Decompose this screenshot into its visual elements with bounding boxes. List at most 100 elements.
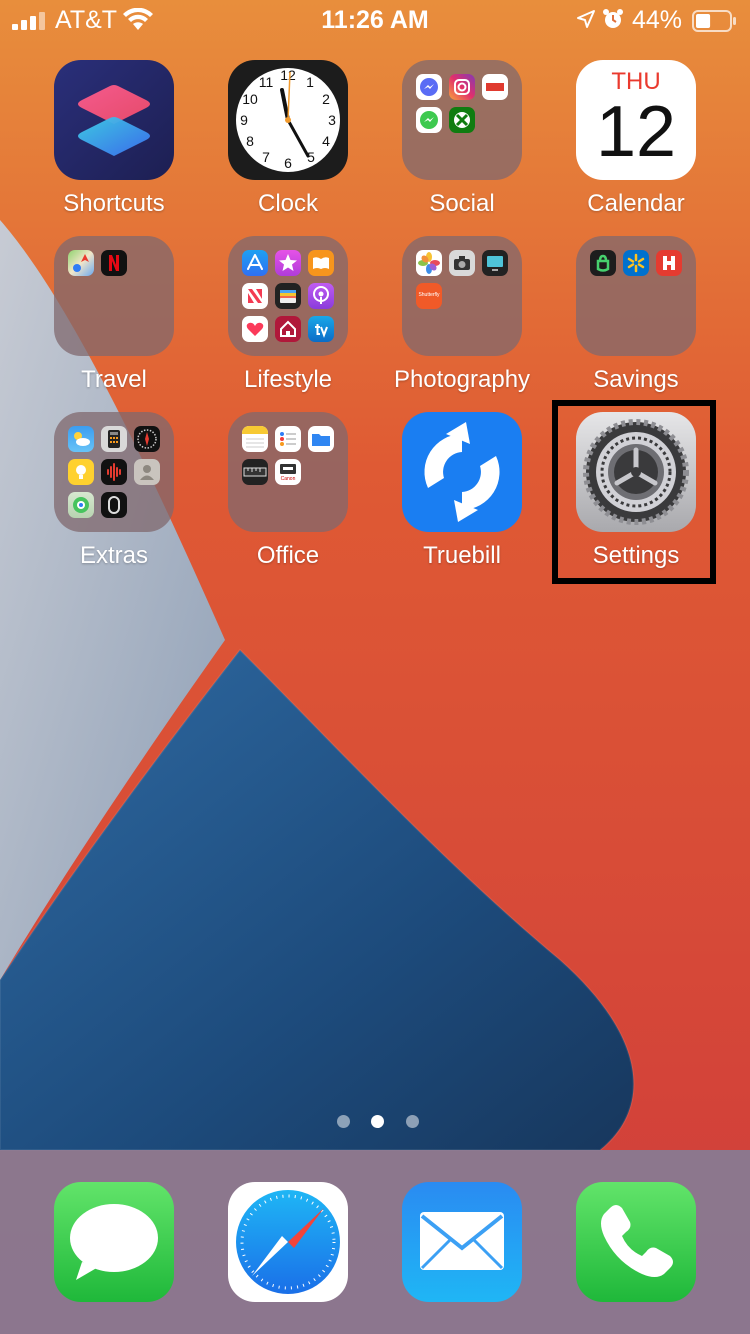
- dock-phone[interactable]: [549, 1150, 723, 1320]
- folder-icon: Canon: [228, 412, 348, 532]
- svg-text:7: 7: [262, 149, 270, 165]
- espn-icon: [482, 74, 508, 100]
- calculator-icon: [101, 426, 127, 452]
- shutterfly-text: Shutterfly: [418, 292, 440, 298]
- folder-label: Extras: [79, 542, 148, 569]
- location-icon: [577, 10, 595, 28]
- app-label: Clock: [257, 190, 318, 217]
- svg-text:4: 4: [322, 133, 330, 149]
- dock-mail[interactable]: [375, 1150, 549, 1320]
- maps-icon: [68, 250, 94, 276]
- dock-messages[interactable]: [27, 1150, 201, 1320]
- dock: [0, 1150, 750, 1334]
- folder-label: Photography: [393, 366, 531, 393]
- app-shortcuts[interactable]: Shortcuts: [27, 60, 201, 230]
- svg-text:11: 11: [259, 74, 274, 90]
- app-calendar[interactable]: THU 12 Calendar: [549, 60, 723, 230]
- folder-label: Travel: [81, 366, 147, 393]
- app-label: Calendar: [587, 190, 685, 217]
- shutterfly-icon: Shutterfly: [416, 283, 442, 309]
- notes-icon: [242, 426, 268, 452]
- canon-icon: Canon: [275, 459, 301, 485]
- folder-label: Social: [429, 190, 495, 217]
- app-truebill[interactable]: Truebill: [375, 412, 549, 582]
- battery-percent: 44%: [632, 6, 683, 34]
- canon-text: Canon: [280, 476, 296, 482]
- page-dot-1[interactable]: [337, 1115, 350, 1128]
- app-clock[interactable]: 12 1 2 3 4 5 6 7 8 9 10 11 Clock: [201, 60, 375, 230]
- tv-icon: [308, 316, 334, 342]
- clock-icon: 12 1 2 3 4 5 6 7 8 9 10 11: [228, 60, 348, 180]
- messages-icon: [54, 1182, 174, 1302]
- settings-highlight-box: [552, 400, 716, 584]
- photos-icon: [416, 250, 442, 276]
- messenger-lite-icon: [416, 107, 442, 133]
- app-label: Truebill: [423, 542, 501, 569]
- instagram-icon: [449, 74, 475, 100]
- contacts-icon: [134, 459, 160, 485]
- reminders-icon: [275, 426, 301, 452]
- acorns-icon: [590, 250, 616, 276]
- folder-label: Lifestyle: [243, 366, 333, 393]
- svg-text:2: 2: [322, 91, 330, 107]
- folder-icon: [54, 412, 174, 532]
- alarm-icon: [603, 9, 623, 28]
- compass-icon: [134, 426, 160, 452]
- page-indicator[interactable]: [0, 1115, 750, 1131]
- folder-social[interactable]: Social: [375, 60, 549, 230]
- books-icon: [308, 250, 334, 276]
- folder-photography[interactable]: Shutterfly Photography: [375, 236, 549, 406]
- battery-icon: [692, 10, 736, 32]
- status-bar: AT&T 11:26 AM 44%: [0, 0, 750, 40]
- messenger-icon: [416, 74, 442, 100]
- svg-text:3: 3: [328, 112, 336, 128]
- page-dot-3[interactable]: [406, 1115, 419, 1128]
- wallet-icon: [275, 283, 301, 309]
- svg-text:6: 6: [284, 155, 292, 171]
- xbox-icon: [449, 107, 475, 133]
- folder-label: Savings: [593, 366, 679, 393]
- svg-text:1: 1: [306, 74, 314, 90]
- safari-icon: [228, 1182, 348, 1302]
- page-dot-2[interactable]: [371, 1115, 384, 1128]
- folder-icon: [54, 236, 174, 356]
- weather-icon: [68, 426, 94, 452]
- svg-text:8: 8: [246, 133, 254, 149]
- mail-icon: [402, 1182, 522, 1302]
- svg-text:10: 10: [242, 91, 258, 107]
- folder-icon: [402, 60, 522, 180]
- home-icon: [275, 316, 301, 342]
- measure-icon: [242, 459, 268, 485]
- watch-icon: [101, 492, 127, 518]
- calendar-icon: THU 12: [576, 60, 696, 180]
- folder-extras[interactable]: Extras: [27, 412, 201, 582]
- walmart-icon: [623, 250, 649, 276]
- files-icon: [308, 426, 334, 452]
- camera-icon: [449, 250, 475, 276]
- find-my-icon: [68, 492, 94, 518]
- podcasts-icon: [308, 283, 334, 309]
- folder-icon: [576, 236, 696, 356]
- folder-travel[interactable]: Travel: [27, 236, 201, 406]
- truebill-icon: [402, 412, 522, 532]
- folder-lifestyle[interactable]: Lifestyle: [201, 236, 375, 406]
- folder-office[interactable]: Canon Office: [201, 412, 375, 582]
- dock-safari[interactable]: [201, 1150, 375, 1320]
- voice-memos-icon: [101, 459, 127, 485]
- itunes-store-icon: [275, 250, 301, 276]
- netflix-icon: [101, 250, 127, 276]
- folder-label: Office: [256, 542, 320, 569]
- app-store-icon: [242, 250, 268, 276]
- health-icon: [242, 316, 268, 342]
- folder-icon: [228, 236, 348, 356]
- screen-icon: [482, 250, 508, 276]
- svg-text:12: 12: [280, 67, 296, 83]
- news-icon: [242, 283, 268, 309]
- svg-text:9: 9: [240, 112, 248, 128]
- folder-icon: Shutterfly: [402, 236, 522, 356]
- honey-icon: [656, 250, 682, 276]
- folder-savings[interactable]: Savings: [549, 236, 723, 406]
- app-label: Shortcuts: [63, 190, 165, 217]
- shortcuts-icon: [54, 60, 174, 180]
- calendar-day: 12: [595, 92, 677, 172]
